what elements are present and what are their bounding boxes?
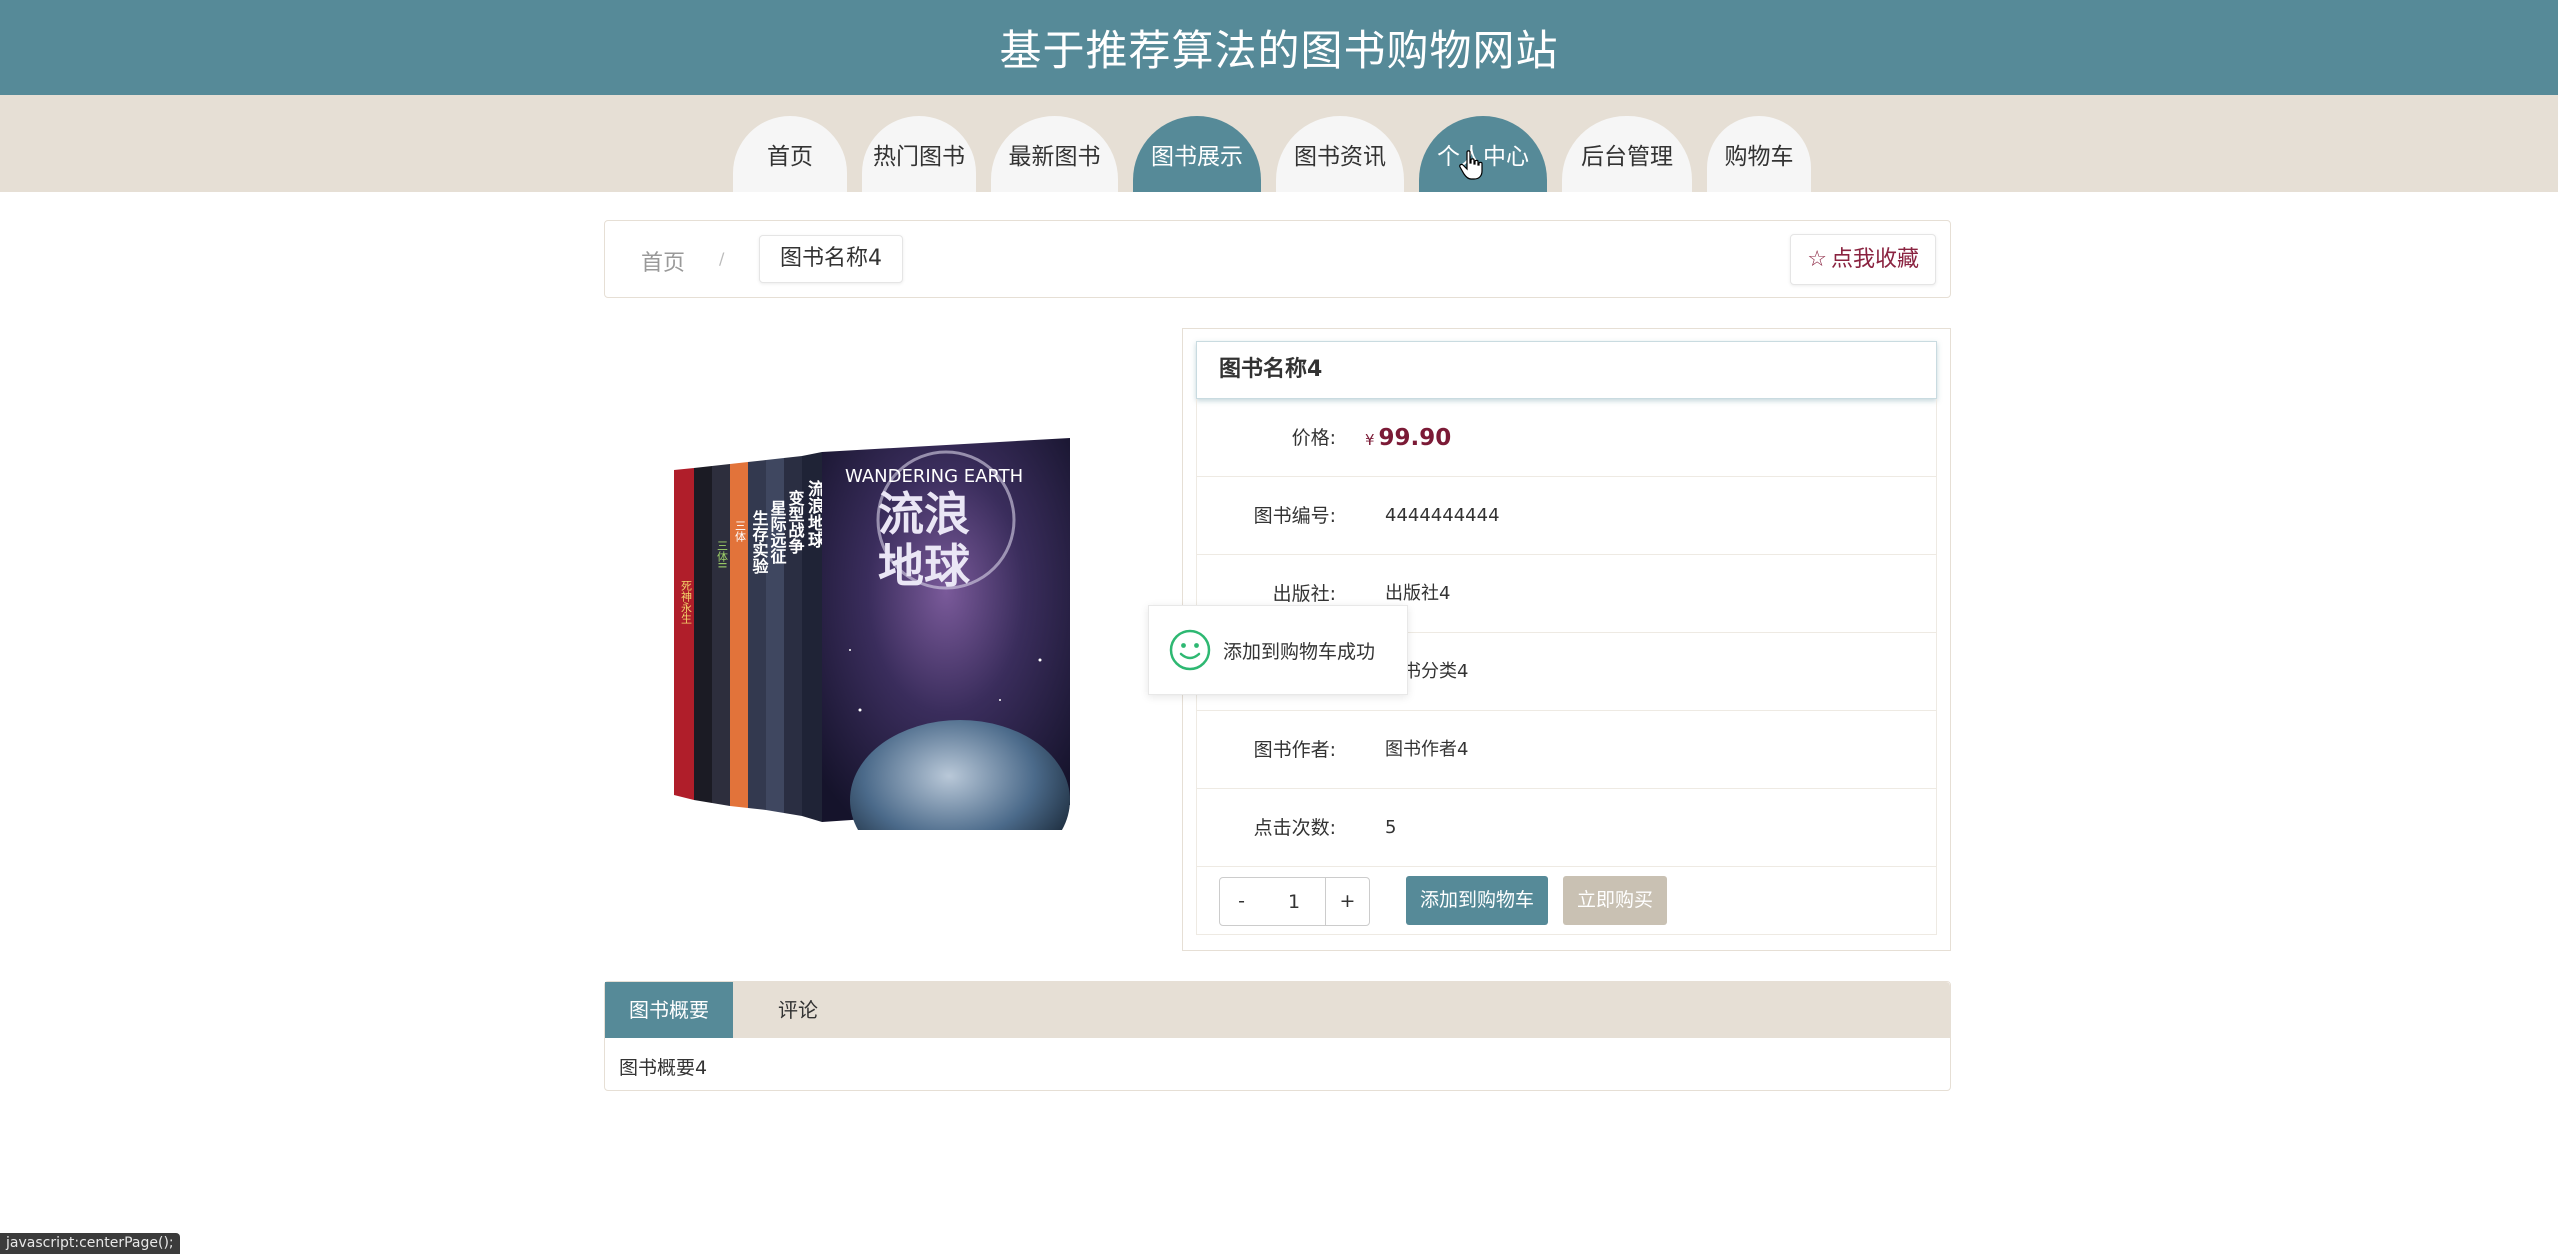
price-value: ¥99.90 bbox=[1365, 399, 1451, 479]
nav-item-personal-center[interactable]: 个人中心 bbox=[1419, 116, 1547, 192]
nav-item-hot-books[interactable]: 热门图书 bbox=[862, 116, 976, 192]
status-bar-link-preview: javascript:centerPage(); bbox=[0, 1233, 180, 1254]
breadcrumb: 首页 / 图书名称4 ☆ 点我收藏 bbox=[604, 220, 1951, 298]
quantity-increase-button[interactable]: + bbox=[1325, 877, 1370, 926]
quantity-decrease-button[interactable]: - bbox=[1219, 877, 1264, 926]
quantity-input[interactable] bbox=[1263, 877, 1325, 926]
toast-notification: 添加到购物车成功 bbox=[1148, 605, 1408, 695]
breadcrumb-separator: / bbox=[719, 249, 725, 268]
cover-english-title: WANDERING EARTH bbox=[845, 466, 1023, 487]
spine-text-6: 变型战争 bbox=[786, 489, 805, 555]
tab-summary[interactable]: 图书概要 bbox=[605, 982, 733, 1038]
nav-item-cart[interactable]: 购物车 bbox=[1707, 116, 1811, 192]
spine-text-5: 星际远征 bbox=[768, 500, 787, 564]
cover-title-line-2: 地球 bbox=[878, 539, 971, 593]
nav-item-home[interactable]: 首页 bbox=[733, 116, 847, 192]
site-title: 基于推荐算法的图书购物网站 bbox=[999, 26, 1559, 75]
author-value: 图书作者4 bbox=[1385, 739, 1469, 760]
author-row: 图书作者: 图书作者4 bbox=[1196, 711, 1937, 789]
toast-message: 添加到购物车成功 bbox=[1223, 640, 1376, 663]
tab-bar: 图书概要 评论 bbox=[605, 982, 1950, 1038]
spine-text-1: 死神永生 bbox=[680, 580, 693, 624]
star-outline-icon: ☆ bbox=[1807, 247, 1827, 272]
hand-cursor-icon bbox=[1459, 150, 1483, 180]
nav-item-new-books[interactable]: 最新图书 bbox=[991, 116, 1118, 192]
breadcrumb-current: 图书名称4 bbox=[759, 235, 903, 283]
spine-text-3: 三体 bbox=[734, 520, 747, 542]
book-id-label: 图书编号: bbox=[1253, 505, 1336, 527]
price-label: 价格: bbox=[1291, 427, 1336, 449]
click-count-row: 点击次数: 5 bbox=[1196, 789, 1937, 867]
click-count-label: 点击次数: bbox=[1253, 817, 1336, 839]
price-amount: 99.90 bbox=[1378, 425, 1452, 451]
price-row: 价格: ¥99.90 bbox=[1196, 399, 1937, 477]
click-count-value: 5 bbox=[1385, 817, 1397, 838]
book-id-value: 4444444444 bbox=[1385, 505, 1500, 526]
author-label: 图书作者: bbox=[1253, 739, 1336, 761]
nav-item-book-news[interactable]: 图书资讯 bbox=[1276, 116, 1404, 192]
favorite-button-label: 点我收藏 bbox=[1830, 247, 1919, 272]
spine-text-7: 流浪地球 bbox=[804, 479, 825, 549]
book-title: 图书名称4 bbox=[1196, 341, 1937, 399]
nav-list: 首页 热门图书 最新图书 图书展示 图书资讯 个人中心 后台管理 购物车 bbox=[733, 116, 1811, 192]
breadcrumb-home-link[interactable]: 首页 bbox=[641, 245, 685, 277]
nav-item-personal-center-label: 个人中心 bbox=[1437, 144, 1529, 170]
book-id-row: 图书编号: 4444444444 bbox=[1196, 477, 1937, 555]
smile-icon bbox=[1169, 629, 1211, 671]
book-tabs: 图书概要 评论 图书概要4 bbox=[604, 981, 1951, 1091]
currency-symbol: ¥ bbox=[1365, 431, 1375, 449]
book-cover-image: 死神永生 三体II 三体 生存实验 星际远征 变型战争 流浪地球 WANDERI… bbox=[674, 438, 1070, 830]
site-header: 基于推荐算法的图书购物网站 bbox=[0, 0, 2558, 95]
cover-title-line-1: 流浪 bbox=[878, 487, 970, 541]
favorite-button[interactable]: ☆ 点我收藏 bbox=[1790, 234, 1936, 285]
tab-comments[interactable]: 评论 bbox=[733, 982, 863, 1038]
spine-text-2: 三体II bbox=[716, 540, 729, 569]
purchase-actions: - + 添加到购物车 立即购买 bbox=[1196, 867, 1937, 935]
nav-item-book-display[interactable]: 图书展示 bbox=[1133, 116, 1261, 192]
tab-content-summary: 图书概要4 bbox=[619, 1057, 708, 1079]
nav-bar: 首页 热门图书 最新图书 图书展示 图书资讯 个人中心 后台管理 购物车 bbox=[0, 95, 2558, 192]
buy-now-button[interactable]: 立即购买 bbox=[1563, 876, 1668, 925]
add-to-cart-button[interactable]: 添加到购物车 bbox=[1406, 876, 1549, 925]
nav-item-admin[interactable]: 后台管理 bbox=[1562, 116, 1692, 192]
spine-text-4: 生存实验 bbox=[750, 509, 769, 575]
